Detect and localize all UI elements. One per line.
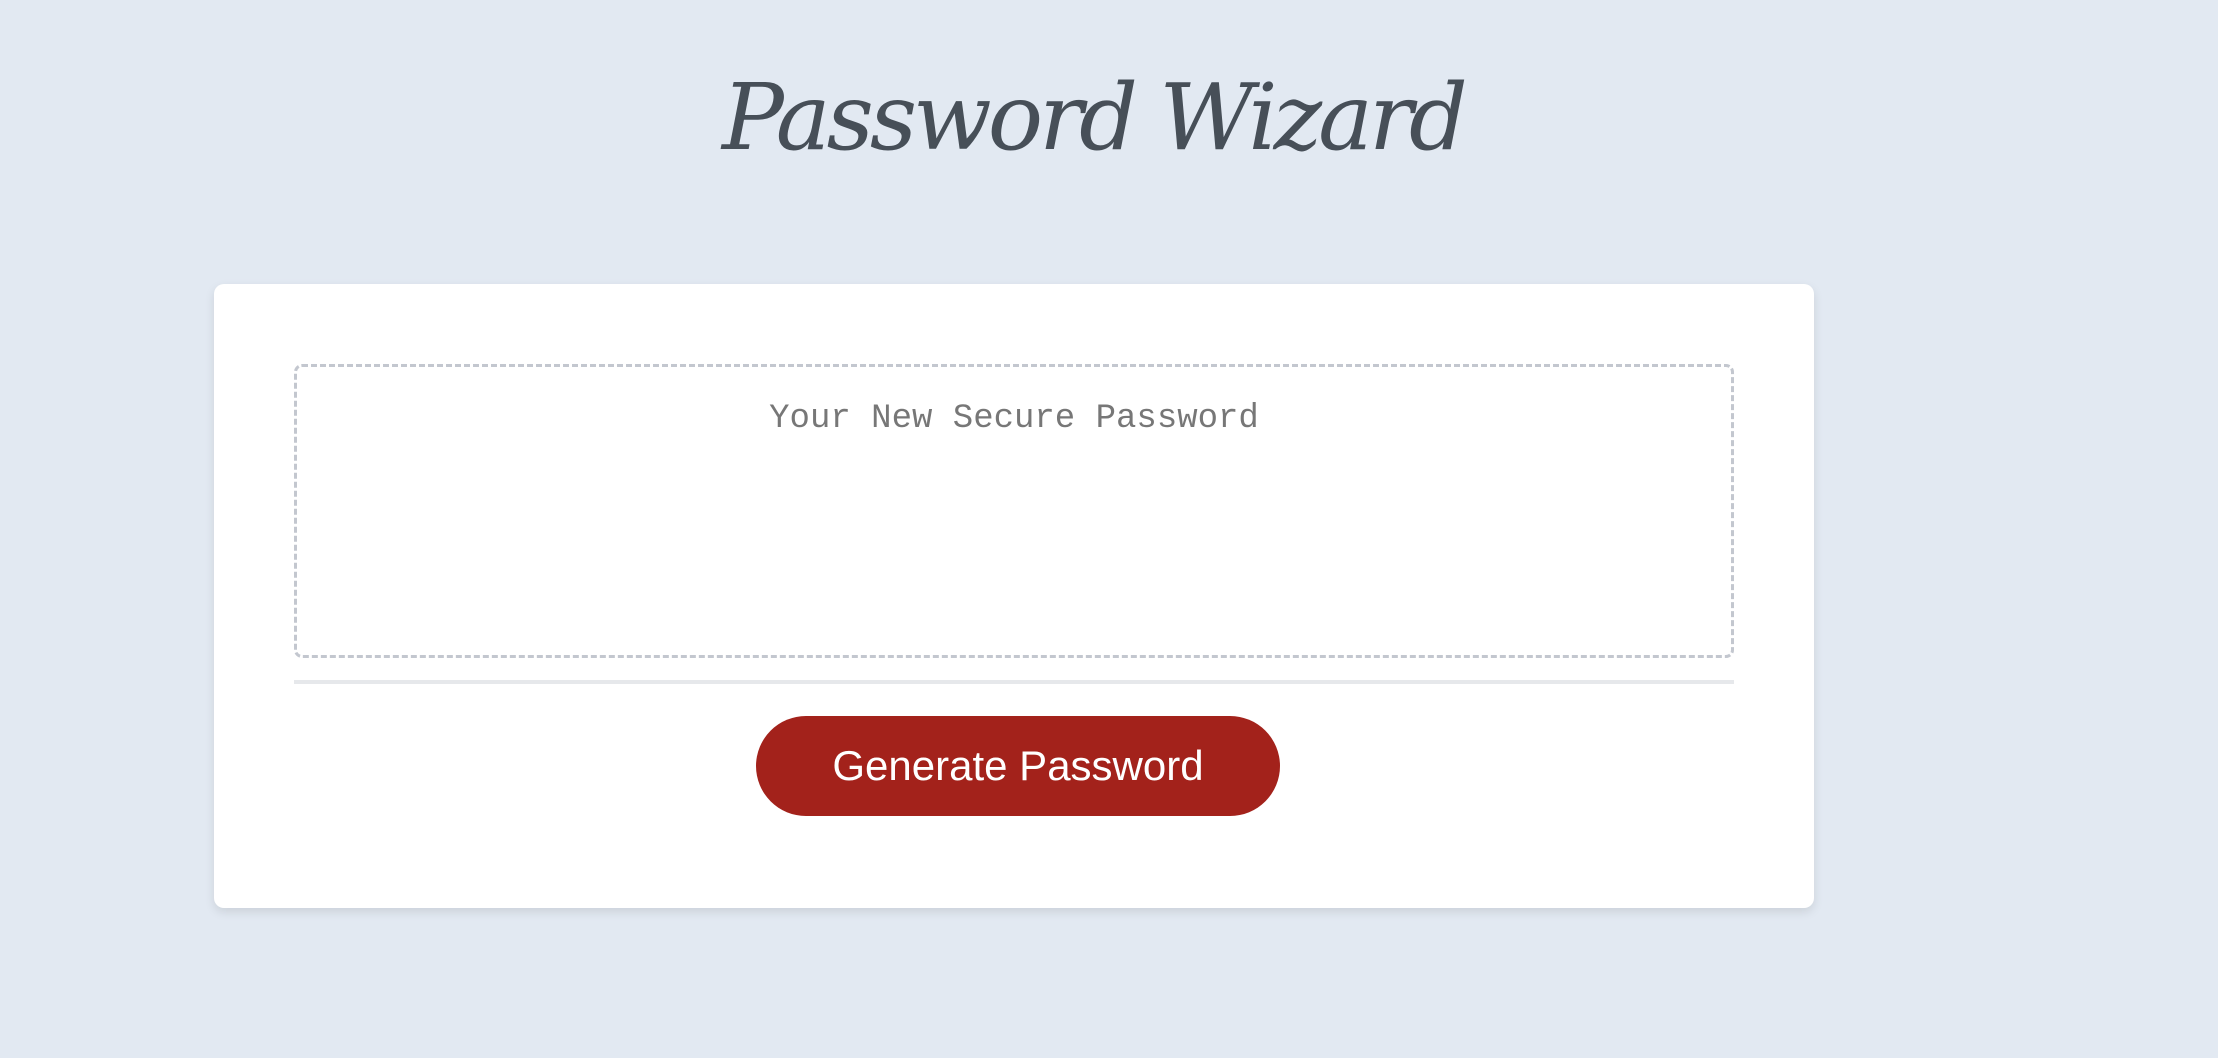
generate-password-button[interactable]: Generate Password [756, 716, 1280, 816]
password-output[interactable] [294, 364, 1734, 658]
password-card: Generate Password [214, 284, 1814, 908]
page-title: Password Wizard [722, 64, 1468, 171]
divider [294, 680, 1734, 684]
